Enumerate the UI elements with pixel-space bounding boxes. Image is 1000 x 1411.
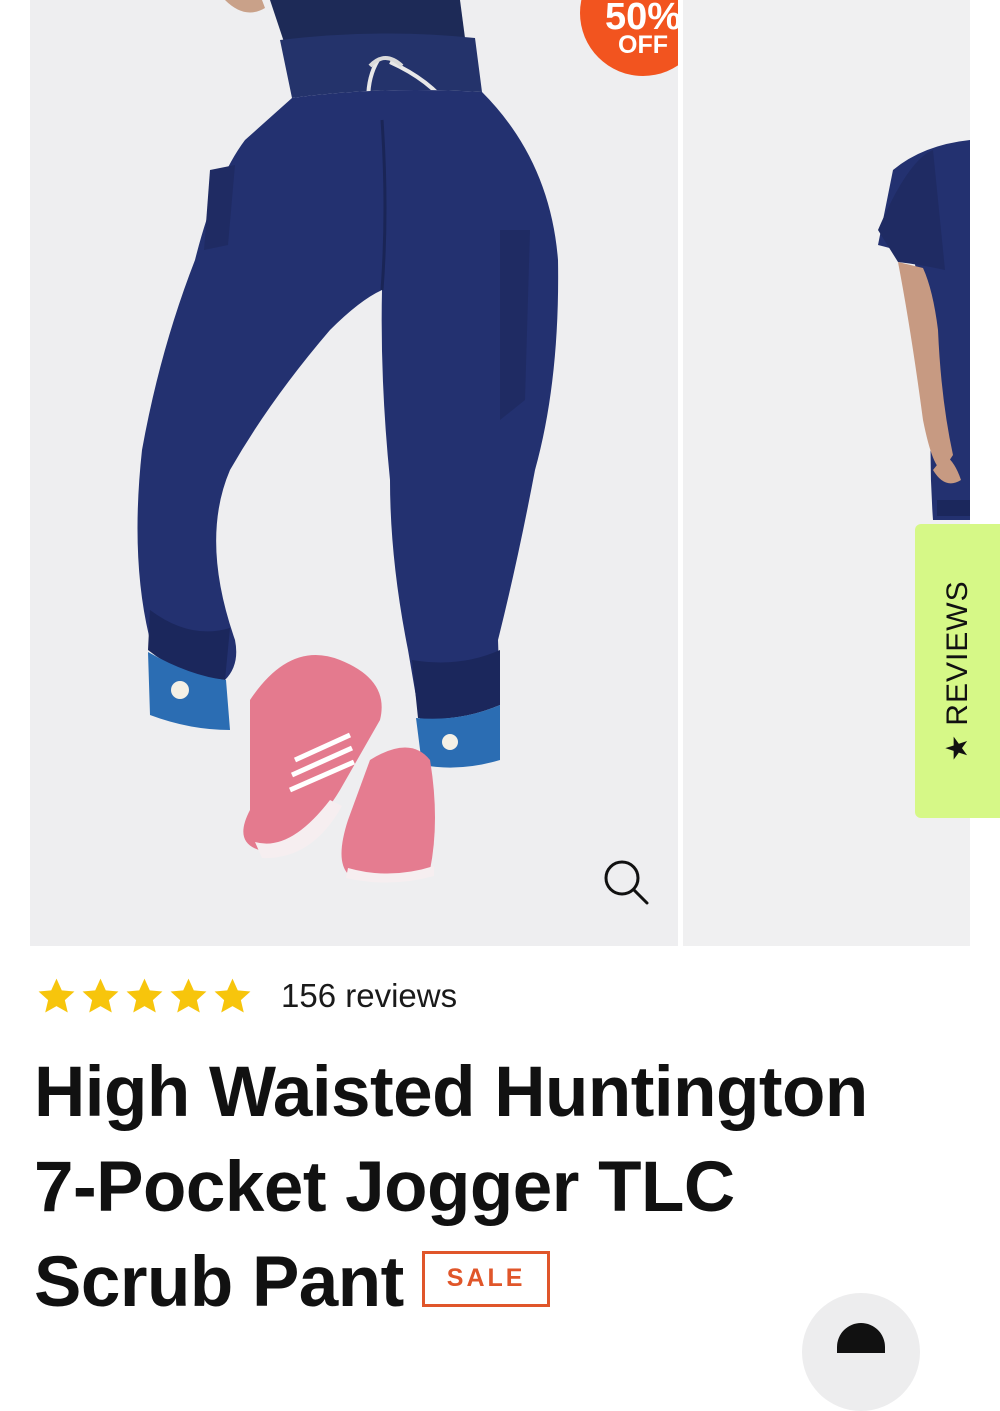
product-photo-jogger xyxy=(30,0,678,946)
product-title: High Waisted Huntington 7-Pocket Jogger … xyxy=(34,1045,984,1330)
star-icon xyxy=(170,978,207,1013)
product-title-line: Scrub Pant xyxy=(34,1243,404,1322)
star-icon xyxy=(214,978,251,1013)
product-image-gallery[interactable]: 50% OFF xyxy=(0,0,1000,946)
gallery-slide-main[interactable]: 50% OFF xyxy=(30,0,678,946)
sale-badge: SALE xyxy=(421,1251,551,1308)
star-icon xyxy=(38,978,75,1013)
reviews-tab-label: REVIEWS xyxy=(940,580,974,726)
magnifier-icon[interactable] xyxy=(602,858,650,906)
product-rating[interactable]: 156 reviews xyxy=(36,972,457,1020)
star-icon: ★ xyxy=(940,733,974,762)
product-title-line: 7-Pocket Jogger TLC xyxy=(34,1148,735,1227)
star-icon xyxy=(82,978,119,1013)
chat-icon xyxy=(837,1323,885,1353)
chat-button[interactable] xyxy=(802,1293,920,1411)
star-icon xyxy=(126,978,163,1013)
star-rating xyxy=(36,976,253,1017)
review-count-link[interactable]: 156 reviews xyxy=(281,977,457,1015)
discount-off-label: OFF xyxy=(618,31,668,59)
reviews-side-tab[interactable]: ★ REVIEWS xyxy=(915,524,1000,818)
product-title-line: High Waisted Huntington xyxy=(34,1053,868,1132)
